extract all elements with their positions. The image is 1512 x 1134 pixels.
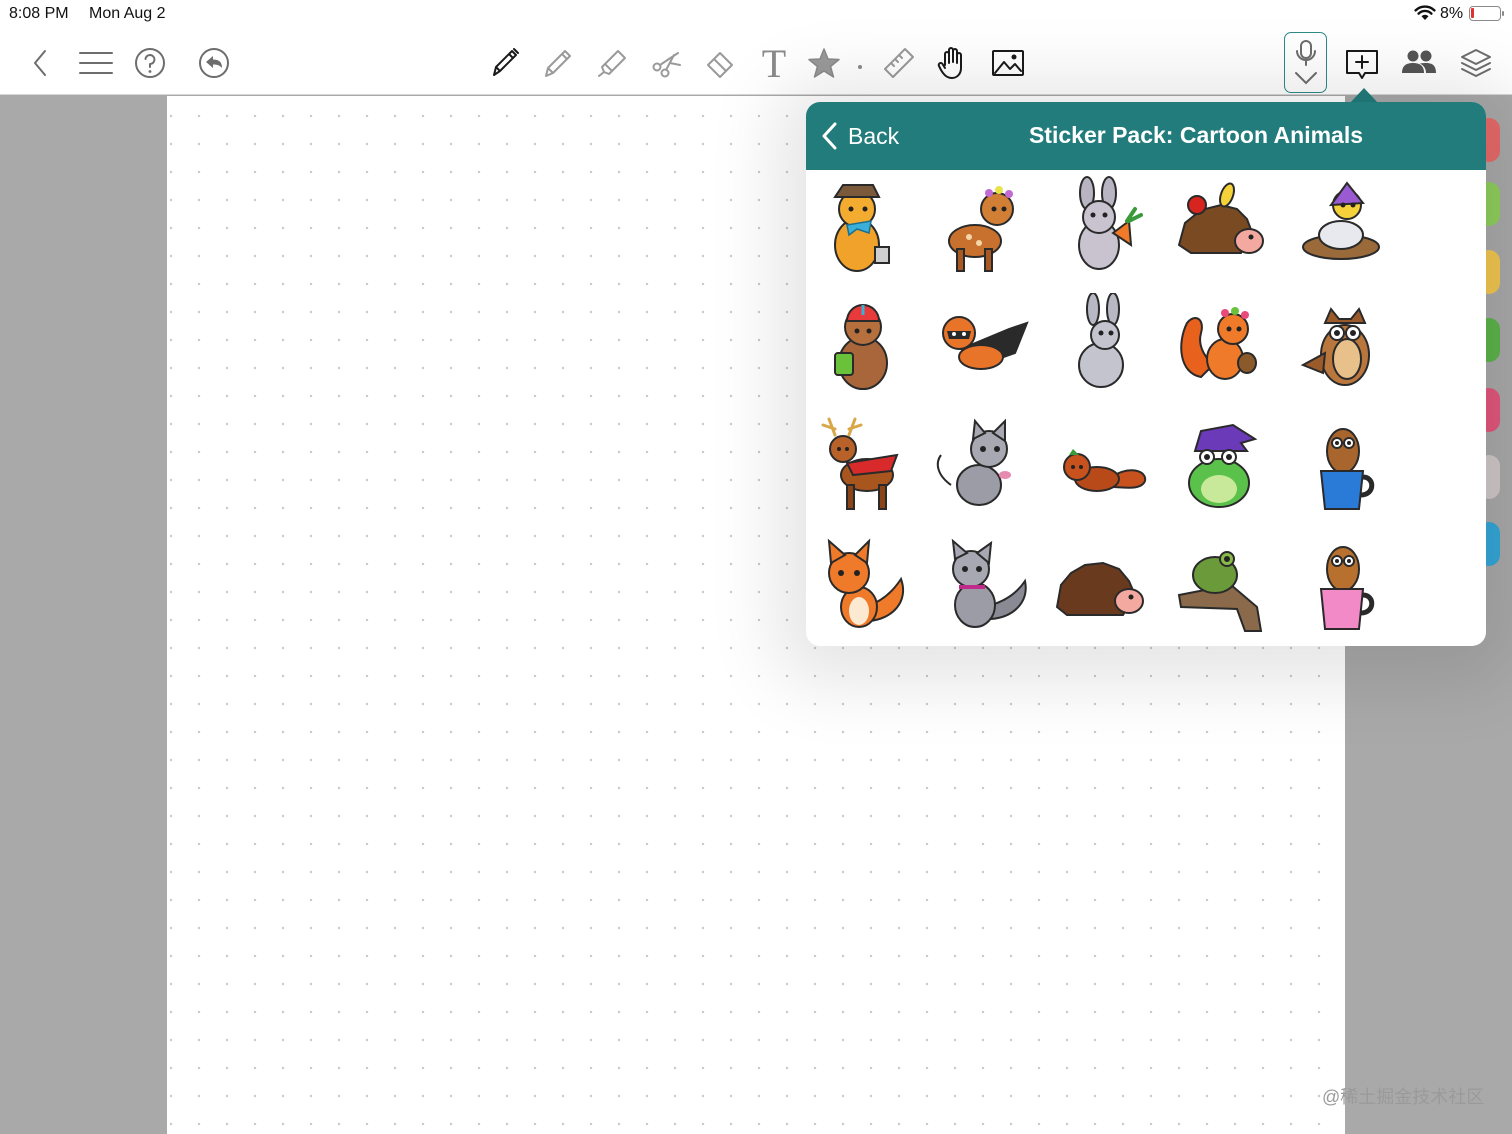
ruler-icon[interactable]	[876, 40, 922, 86]
status-time: 8:08 PM	[9, 5, 69, 22]
bird-in-nest-sticker[interactable]	[1286, 170, 1396, 280]
highlighter-icon[interactable]	[589, 40, 635, 86]
sticker-star-icon[interactable]	[801, 40, 847, 86]
battery-icon	[1469, 6, 1504, 21]
back-button[interactable]: Back	[820, 118, 899, 154]
wifi-icon	[1414, 5, 1436, 20]
raccoon-fox-caped-sticker[interactable]	[926, 288, 1036, 398]
menu-icon[interactable]	[73, 40, 119, 86]
pencil-icon[interactable]	[535, 40, 581, 86]
deer-with-flowers-sticker[interactable]	[926, 170, 1036, 280]
popover-title: Sticker Pack: Cartoon Animals	[1028, 122, 1364, 148]
back-chevron-icon	[822, 122, 837, 150]
wolf-pup-sticker[interactable]	[926, 530, 1036, 640]
gray-bunny-sticker[interactable]	[1046, 288, 1156, 398]
eraser-icon[interactable]	[697, 40, 743, 86]
back-label: Back	[848, 122, 900, 149]
fox-sticker[interactable]	[808, 530, 918, 640]
frog-witch-hat-sticker[interactable]	[1166, 410, 1276, 520]
tool-separator-dot	[858, 65, 862, 69]
hand-pan-icon[interactable]	[930, 40, 976, 86]
sticker-grid	[806, 170, 1486, 646]
red-panda-sticker[interactable]	[1046, 410, 1156, 520]
layers-icon[interactable]	[1453, 40, 1499, 86]
sticker-pack-popover: Back Sticker Pack: Cartoon Animals	[806, 102, 1486, 646]
collaborators-icon[interactable]	[1396, 40, 1442, 86]
text-tool-icon[interactable]: T	[751, 40, 797, 86]
bear-in-hat-sticker[interactable]	[808, 170, 918, 280]
reindeer-with-scarf-sticker[interactable]	[808, 410, 918, 520]
gray-cat-sticker[interactable]	[926, 410, 1036, 520]
text-tool-glyph: T	[761, 40, 787, 86]
pen-icon[interactable]	[481, 40, 527, 86]
owl-in-pink-mug-sticker[interactable]	[1286, 530, 1396, 640]
watermark: @稀土掘金技术社区	[1322, 1087, 1485, 1107]
add-page-icon[interactable]	[1339, 40, 1385, 86]
bunny-with-carrot-sticker[interactable]	[1046, 170, 1156, 280]
hedgehog-with-fruit-sticker[interactable]	[1166, 170, 1276, 280]
owl-sticker[interactable]	[1286, 288, 1396, 398]
lasso-scissors-icon[interactable]	[643, 40, 689, 86]
bear-with-honey-sticker[interactable]	[808, 288, 918, 398]
help-icon[interactable]	[127, 40, 173, 86]
status-date: Mon Aug 2	[89, 5, 166, 22]
owl-in-blue-mug-sticker[interactable]	[1286, 410, 1396, 520]
undo-icon[interactable]	[191, 40, 237, 86]
battery-percentage: 8%	[1440, 5, 1464, 22]
hedgehog-sticker[interactable]	[1046, 530, 1156, 640]
popover-header: Back Sticker Pack: Cartoon Animals	[806, 102, 1486, 170]
squirrel-with-acorn-sticker[interactable]	[1166, 288, 1276, 398]
image-icon[interactable]	[985, 40, 1031, 86]
top-toolbar: 8:08 PM Mon Aug 2 8% T	[0, 0, 1512, 95]
frog-on-branch-sticker[interactable]	[1166, 530, 1276, 640]
microphone-icon[interactable]	[1284, 32, 1327, 93]
back-chevron-icon[interactable]	[18, 40, 64, 86]
